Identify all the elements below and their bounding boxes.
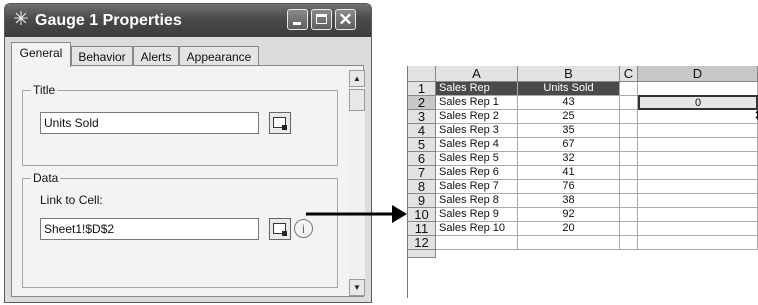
cell[interactable] (638, 236, 758, 250)
cell[interactable]: 43 (518, 96, 620, 110)
row-number[interactable]: 5 (408, 138, 436, 152)
row-number[interactable]: 11 (408, 222, 436, 236)
table-row: 11 Sales Rep 10 20 (408, 222, 758, 236)
cell[interactable] (620, 236, 638, 250)
row-number[interactable]: 12 (408, 236, 436, 250)
cell[interactable]: Sales Rep 10 (436, 222, 518, 236)
table-row: 12 (408, 236, 758, 250)
table-row: 9 Sales Rep 8 38 (408, 194, 758, 208)
cell[interactable] (620, 152, 638, 166)
table-row: 6 Sales Rep 5 32 (408, 152, 758, 166)
cell[interactable] (620, 110, 638, 124)
cell[interactable]: Sales Rep 1 (436, 96, 518, 110)
cell[interactable]: 20 (518, 222, 620, 236)
cell[interactable]: Sales Rep 7 (436, 180, 518, 194)
cell[interactable] (620, 180, 638, 194)
row-number[interactable]: 1 (408, 82, 436, 96)
cell[interactable] (518, 236, 620, 250)
cell[interactable] (638, 180, 758, 194)
cell[interactable]: Sales Rep 5 (436, 152, 518, 166)
cell[interactable] (620, 124, 638, 138)
row-number[interactable]: 4 (408, 124, 436, 138)
table-row: 7 Sales Rep 6 41 (408, 166, 758, 180)
spreadsheet: A B C D 1 Sales Rep Units Sold 2 Sales R… (407, 66, 758, 298)
table-row: 3 Sales Rep 2 25 (408, 110, 758, 124)
row-number[interactable]: 2 (408, 96, 436, 110)
cell[interactable]: Sales Rep 4 (436, 138, 518, 152)
cell[interactable]: 35 (518, 124, 620, 138)
cell[interactable] (436, 236, 518, 250)
cell[interactable] (620, 82, 638, 96)
cell[interactable]: 67 (518, 138, 620, 152)
column-header-a[interactable]: A (436, 66, 518, 82)
table-row: 4 Sales Rep 3 35 (408, 124, 758, 138)
selected-cell-d2[interactable]: 0 (638, 95, 758, 110)
cell[interactable] (638, 222, 758, 236)
select-all-corner[interactable] (408, 66, 436, 82)
row-number[interactable]: 6 (408, 152, 436, 166)
cell[interactable] (620, 96, 638, 110)
cell[interactable]: 41 (518, 166, 620, 180)
cell[interactable] (638, 208, 758, 222)
table-row (408, 250, 758, 264)
cell[interactable]: Sales Rep 9 (436, 208, 518, 222)
cell[interactable]: 32 (518, 152, 620, 166)
row-number[interactable] (408, 250, 436, 258)
row-number[interactable]: 7 (408, 166, 436, 180)
cell[interactable]: Sales Rep 6 (436, 166, 518, 180)
cell[interactable]: Sales Rep (436, 82, 518, 96)
column-header-d[interactable]: D (638, 66, 758, 82)
cell[interactable] (620, 194, 638, 208)
cell[interactable] (620, 222, 638, 236)
cell[interactable]: Units Sold (518, 82, 620, 96)
cell[interactable] (638, 82, 758, 96)
cell[interactable]: 76 (518, 180, 620, 194)
row-number[interactable]: 8 (408, 180, 436, 194)
cell[interactable] (638, 194, 758, 208)
cell[interactable] (620, 166, 638, 180)
cell[interactable] (638, 152, 758, 166)
cell[interactable] (620, 208, 638, 222)
column-header-c[interactable]: C (620, 66, 638, 82)
row-number[interactable]: 9 (408, 194, 436, 208)
table-row: 10 Sales Rep 9 92 (408, 208, 758, 222)
cell[interactable] (620, 138, 638, 152)
cell[interactable]: Sales Rep 2 (436, 110, 518, 124)
cell[interactable]: 38 (518, 194, 620, 208)
cell[interactable]: Sales Rep 3 (436, 124, 518, 138)
table-row: 8 Sales Rep 7 76 (408, 180, 758, 194)
resize-cursor-icon: ⇕ (753, 108, 758, 122)
cell[interactable]: 25 (518, 110, 620, 124)
column-header-b[interactable]: B (518, 66, 620, 82)
cell[interactable]: 92 (518, 208, 620, 222)
row-number[interactable]: 10 (408, 208, 436, 222)
table-row: 1 Sales Rep Units Sold (408, 82, 758, 96)
cell[interactable] (638, 124, 758, 138)
cell[interactable] (638, 110, 758, 124)
row-number[interactable]: 3 (408, 110, 436, 124)
table-row: 5 Sales Rep 4 67 (408, 138, 758, 152)
cell[interactable] (638, 166, 758, 180)
table-row: 2 Sales Rep 1 43 0 (408, 95, 758, 110)
tab-general[interactable]: General (11, 42, 71, 67)
cell[interactable]: Sales Rep 8 (436, 194, 518, 208)
cell[interactable] (638, 138, 758, 152)
